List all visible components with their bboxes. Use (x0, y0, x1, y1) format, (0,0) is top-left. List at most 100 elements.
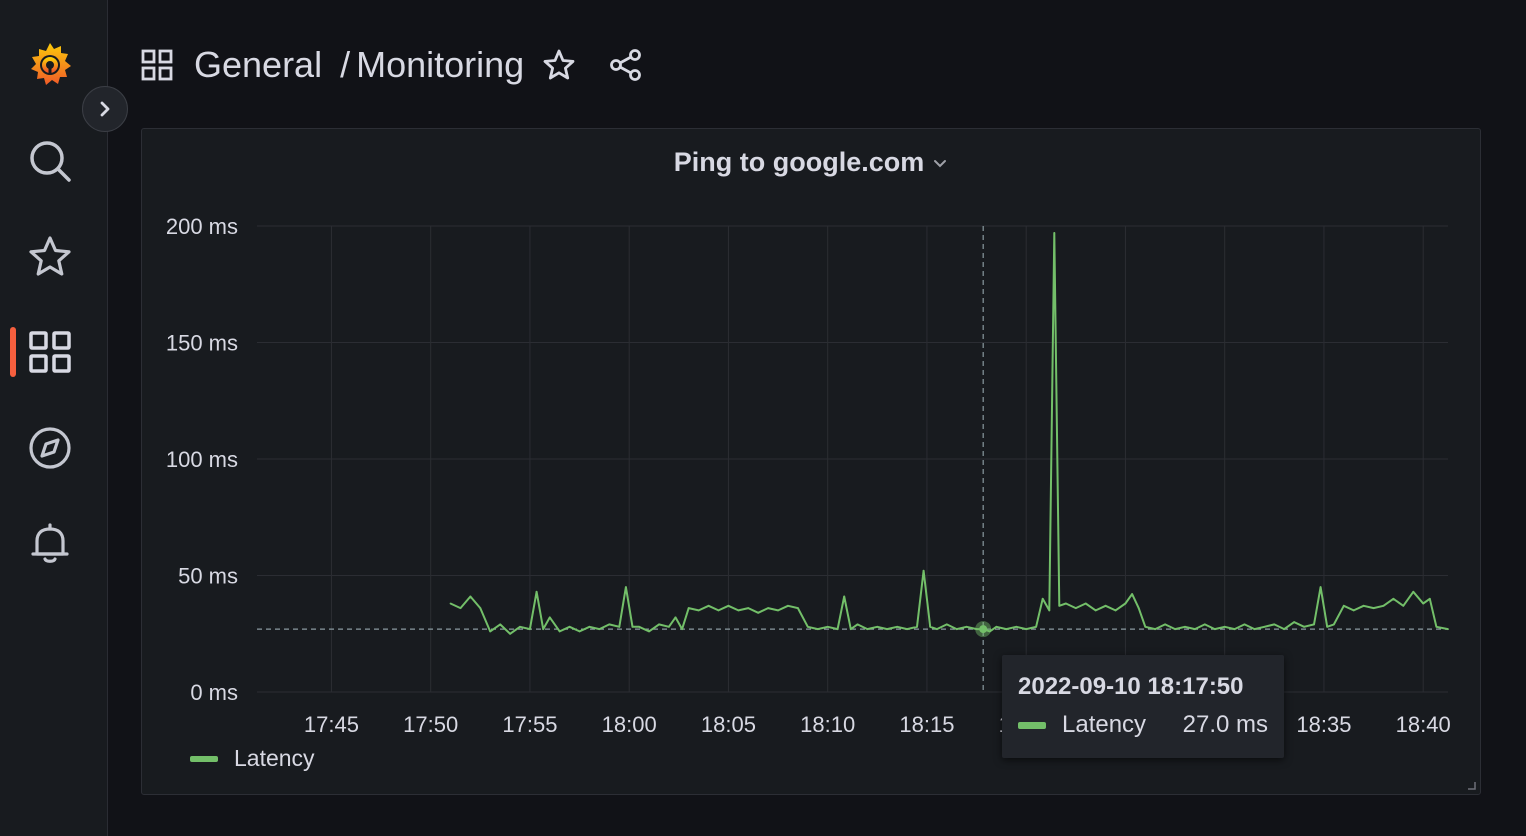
legend-swatch (190, 755, 218, 762)
data-point (558, 630, 561, 633)
dashboard-title[interactable]: Monitoring (356, 44, 524, 86)
data-point (1382, 604, 1385, 607)
data-point (489, 630, 492, 633)
grafana-logo-icon[interactable] (25, 40, 75, 90)
legend[interactable]: Latency (190, 745, 315, 772)
chevron-down-icon[interactable] (932, 148, 948, 179)
data-point (449, 602, 452, 605)
breadcrumb-folder-link[interactable]: General (194, 44, 322, 86)
data-point (1342, 604, 1345, 607)
data-point (1048, 609, 1051, 612)
tooltip-row: Latency 27.0 ms (1018, 711, 1268, 739)
data-point (757, 611, 760, 614)
x-tick-label: 17:50 (403, 712, 458, 737)
data-point (1074, 607, 1077, 609)
data-point (1273, 623, 1276, 626)
data-point (1412, 590, 1415, 593)
data-point (479, 607, 482, 609)
data-point (1015, 625, 1018, 628)
data-point (1058, 604, 1061, 607)
data-point (625, 586, 627, 588)
data-point (906, 628, 908, 630)
x-tick-label: 18:15 (899, 712, 954, 737)
x-tick-label: 18:35 (1296, 712, 1351, 737)
x-tick-label: 18:00 (602, 712, 657, 737)
data-point (1041, 597, 1044, 600)
data-point (1319, 586, 1322, 588)
tooltip-series-swatch (1018, 721, 1046, 729)
data-point (1352, 609, 1355, 612)
y-tick-label: 0 ms (190, 680, 238, 705)
data-point (1131, 593, 1133, 595)
data-point (1223, 625, 1226, 628)
data-point (1203, 623, 1206, 626)
data-point (1253, 628, 1256, 630)
bell-icon[interactable] (25, 518, 75, 568)
data-point (1084, 602, 1087, 605)
panel-title: Ping to google.com (673, 147, 925, 177)
data-point (1233, 628, 1236, 630)
data-point (1094, 609, 1097, 612)
data-point (1144, 625, 1147, 628)
data-point (965, 625, 968, 628)
hover-point (979, 625, 988, 634)
data-point (1213, 628, 1216, 630)
tooltip-series-name: Latency (1062, 711, 1147, 738)
data-point (866, 628, 869, 630)
data-point (1326, 625, 1329, 628)
data-point (886, 628, 889, 630)
data-point (1184, 625, 1186, 628)
data-point (1164, 623, 1166, 626)
data-point (806, 625, 809, 628)
legend-label[interactable]: Latency (234, 745, 315, 772)
data-point (843, 595, 846, 598)
data-point (727, 604, 730, 607)
data-point (876, 625, 879, 628)
data-point (1025, 628, 1028, 630)
data-point (737, 609, 740, 612)
data-point (1435, 625, 1438, 628)
data-point (777, 609, 779, 612)
panel-header[interactable]: Ping to google.com (142, 147, 1480, 179)
data-point (1333, 623, 1335, 626)
data-point (568, 625, 571, 628)
data-point (1005, 628, 1008, 630)
data-point (1362, 604, 1365, 607)
data-point (1303, 625, 1305, 628)
compass-icon[interactable] (25, 423, 75, 473)
data-point (519, 625, 521, 628)
x-tick-label: 18:05 (701, 712, 756, 737)
data-point (638, 625, 640, 628)
data-point (1243, 623, 1246, 626)
data-point (509, 632, 511, 635)
data-point (1124, 602, 1127, 605)
data-point (469, 595, 472, 598)
y-tick-label: 100 ms (166, 447, 238, 472)
data-point (1447, 628, 1449, 630)
data-point (922, 569, 925, 572)
resize-handle[interactable] (1466, 780, 1476, 790)
data-point (1194, 628, 1196, 630)
data-point (535, 590, 538, 593)
star-icon[interactable] (542, 48, 576, 82)
data-point (856, 623, 859, 626)
dashboards-grid-icon[interactable] (25, 327, 75, 377)
hover-tooltip: 2022-09-10 18:17:50 Latency 27.0 ms (1002, 655, 1284, 758)
data-point (542, 628, 545, 630)
search-icon[interactable] (25, 136, 75, 186)
star-icon[interactable] (25, 232, 75, 282)
data-point (995, 625, 998, 628)
data-point (608, 623, 611, 626)
data-point (1372, 607, 1375, 609)
share-icon[interactable] (608, 47, 644, 83)
y-tick-label: 150 ms (166, 331, 238, 356)
x-tick-label: 17:55 (502, 712, 557, 737)
data-point (826, 625, 829, 628)
data-point (618, 625, 621, 628)
x-tick-label: 18:10 (800, 712, 855, 737)
data-point (1428, 597, 1431, 600)
data-point (1422, 602, 1425, 605)
data-point (658, 623, 660, 626)
data-point (896, 625, 899, 628)
expand-sidebar-button[interactable] (82, 86, 128, 132)
